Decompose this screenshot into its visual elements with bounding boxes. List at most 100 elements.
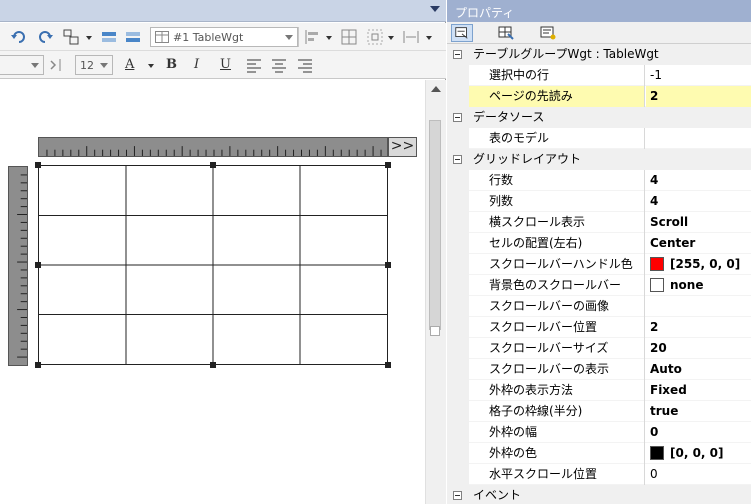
distribute-dropdown-arrow-icon[interactable] [388,36,394,40]
scroll-right-button[interactable]: >> [388,137,417,157]
same-width-icon[interactable] [402,28,420,46]
layer-up-icon[interactable] [100,28,118,46]
property-name: 選択中の行 [469,65,645,86]
align-dropdown-arrow-icon[interactable] [326,36,332,40]
resize-handle-left[interactable] [35,262,41,268]
property-row[interactable]: 外枠の色 [0, 0, 0] [447,443,751,464]
property-value[interactable] [646,296,751,317]
row-gutter [447,338,469,359]
property-value[interactable]: none [646,275,751,296]
property-value[interactable]: [255, 0, 0] [646,254,751,275]
property-value[interactable]: Auto [646,359,751,380]
font-name-select[interactable] [0,55,44,75]
bold-button[interactable]: B [166,57,177,72]
editor-toolbar-format: 12 A B I U [0,51,446,79]
property-row[interactable]: 水平スクロール位置 0 [447,464,751,485]
property-value[interactable]: true [646,401,751,422]
scroll-up-arrow-icon[interactable] [431,86,441,92]
property-row[interactable]: 横スクロール表示 Scroll [447,212,751,233]
property-row[interactable]: 背景色のスクロールバー none [447,275,751,296]
collapse-toggle-icon[interactable] [453,155,462,164]
property-name: スクロールバーの画像 [469,296,645,317]
collapse-toggle-icon[interactable] [453,113,462,122]
property-value[interactable]: -1 [646,65,751,86]
resize-handle-top-right[interactable] [385,162,391,168]
italic-button[interactable]: I [194,57,199,72]
align-text-right-icon[interactable] [296,56,314,74]
widget-select[interactable]: #1 TableWgt [150,27,298,47]
row-gutter [447,485,469,504]
distribute-icon[interactable] [366,28,384,46]
rotate-left-icon[interactable] [10,28,28,46]
property-name: 背景色のスクロールバー [469,275,645,296]
font-size-select[interactable]: 12 [75,55,113,75]
property-category[interactable]: データソース [447,107,751,128]
row-gutter [447,44,469,65]
font-color-dropdown-arrow-icon[interactable] [148,64,154,68]
panel-menu-arrow-icon[interactable] [430,6,440,12]
collapse-toggle-icon[interactable] [453,491,462,500]
layer-down-icon[interactable] [124,28,142,46]
property-category[interactable]: テーブルグループWgt : TableWgt [447,44,751,65]
property-row[interactable]: 列数 4 [447,191,751,212]
group-dropdown-arrow-icon[interactable] [86,36,92,40]
property-value-text: true [650,404,679,418]
align-text-left-icon[interactable] [245,56,263,74]
property-row[interactable]: ページの先読み 2 [447,86,751,107]
collapse-toggle-icon[interactable] [453,50,462,59]
property-row[interactable]: スクロールバーサイズ 20 [447,338,751,359]
property-row[interactable]: 行数 4 [447,170,751,191]
property-row[interactable]: 外枠の幅 0 [447,422,751,443]
property-row[interactable]: 格子の枠線(半分) true [447,401,751,422]
property-value[interactable]: Fixed [646,380,751,401]
align-left-icon[interactable] [304,28,322,46]
property-value[interactable]: [0, 0, 0] [646,443,751,464]
resize-handle-bottom-left[interactable] [35,362,41,368]
group-icon[interactable] [62,28,80,46]
rotate-right-icon[interactable] [36,28,54,46]
scrollbar-thumb[interactable] [429,120,441,330]
properties-view-icon[interactable] [451,24,473,42]
font-color-button[interactable]: A [125,57,134,72]
indent-icon[interactable] [48,56,66,74]
property-row[interactable]: 表のモデル [447,128,751,149]
design-canvas[interactable]: >> [0,80,425,504]
events-view-icon[interactable] [537,24,559,42]
canvas-vertical-scrollbar[interactable] [425,80,446,504]
property-value[interactable]: 4 [646,191,751,212]
resize-handle-top[interactable] [210,162,216,168]
resize-handle-right[interactable] [385,262,391,268]
property-row[interactable]: スクロールバーの表示 Auto [447,359,751,380]
align-text-center-icon[interactable] [270,56,288,74]
row-gutter [447,107,469,128]
property-value[interactable] [646,128,751,149]
underline-button[interactable]: U [220,57,231,72]
properties-toolbar [447,22,751,44]
resize-handle-bottom-right[interactable] [385,362,391,368]
editor-toolbar-top: #1 TableWgt [0,23,446,51]
resize-handle-bottom[interactable] [210,362,216,368]
table-grid[interactable] [38,165,388,365]
property-row[interactable]: セルの配置(左右) Center [447,233,751,254]
property-value[interactable]: Center [646,233,751,254]
property-value[interactable]: 20 [646,338,751,359]
layout-view-icon[interactable] [495,24,517,42]
property-category[interactable]: グリッドレイアウト [447,149,751,170]
size-dropdown-arrow-icon[interactable] [426,36,432,40]
row-gutter [447,233,469,254]
property-row[interactable]: スクロールバーハンドル色 [255, 0, 0] [447,254,751,275]
center-icon[interactable] [340,28,358,46]
property-value[interactable]: 2 [646,317,751,338]
property-value[interactable]: 2 [646,86,751,107]
property-category[interactable]: イベント [447,485,751,504]
property-row[interactable]: スクロールバー位置 2 [447,317,751,338]
property-value[interactable]: Scroll [646,212,751,233]
property-row[interactable]: スクロールバーの画像 [447,296,751,317]
property-name: 外枠の幅 [469,422,645,443]
property-row[interactable]: 選択中の行 -1 [447,65,751,86]
property-value[interactable]: 4 [646,170,751,191]
property-row[interactable]: 外枠の表示方法 Fixed [447,380,751,401]
property-value[interactable]: 0 [646,464,751,485]
property-value[interactable]: 0 [646,422,751,443]
resize-handle-top-left[interactable] [35,162,41,168]
